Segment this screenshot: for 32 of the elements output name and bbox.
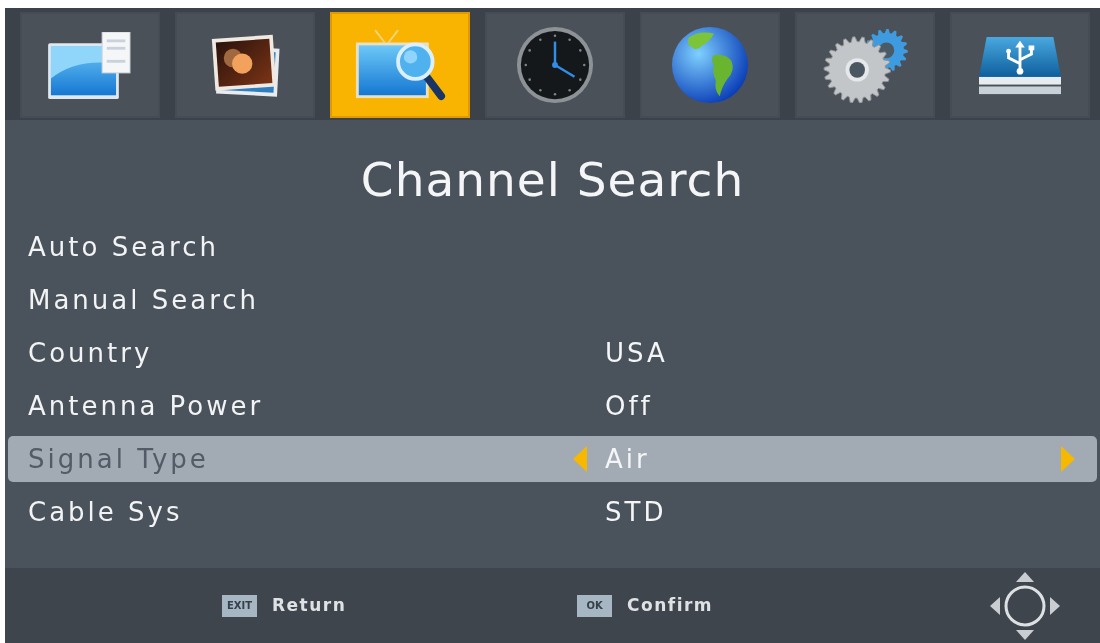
menu-label: Antenna Power: [28, 389, 265, 423]
monitor-document-icon: [48, 31, 132, 99]
right-arrow-icon: [1061, 446, 1075, 472]
clock-icon: [516, 26, 594, 104]
key-badge: EXIT: [222, 594, 257, 617]
menu-row[interactable]: Auto Search: [8, 224, 1097, 270]
menu-value: Off: [605, 390, 653, 421]
menu-row[interactable]: Country USA: [8, 330, 1097, 376]
menu-label: Manual Search: [28, 283, 261, 317]
menu-tab[interactable]: [175, 12, 315, 118]
left-arrow-icon: [573, 446, 587, 472]
menu-row[interactable]: Cable Sys STD: [8, 489, 1097, 535]
menu-value: STD: [605, 496, 667, 527]
menu-row[interactable]: Manual Search: [8, 277, 1097, 323]
usb-drive-icon: [977, 34, 1063, 96]
menu-value: USA: [605, 337, 668, 368]
menu-tab[interactable]: [485, 12, 625, 118]
menu-value: Air: [605, 443, 650, 474]
screen-title: Channel Search: [360, 151, 745, 209]
gears-icon: [820, 27, 910, 103]
globe-icon: [671, 26, 749, 104]
hint-label: Return: [272, 593, 347, 617]
menu-label: Cable Sys: [28, 495, 184, 529]
hint-label: Confirm: [627, 593, 714, 617]
tv-magnifier-icon: [354, 28, 446, 102]
key-badge: OK: [577, 594, 612, 617]
menu-tab[interactable]: [20, 12, 160, 118]
menu-label: Auto Search: [28, 230, 220, 264]
menu-label: Signal Type: [28, 442, 210, 476]
menu-label: Country: [28, 336, 154, 370]
menu-tab[interactable]: [950, 12, 1090, 118]
menu-row[interactable]: Antenna Power Off: [8, 383, 1097, 429]
